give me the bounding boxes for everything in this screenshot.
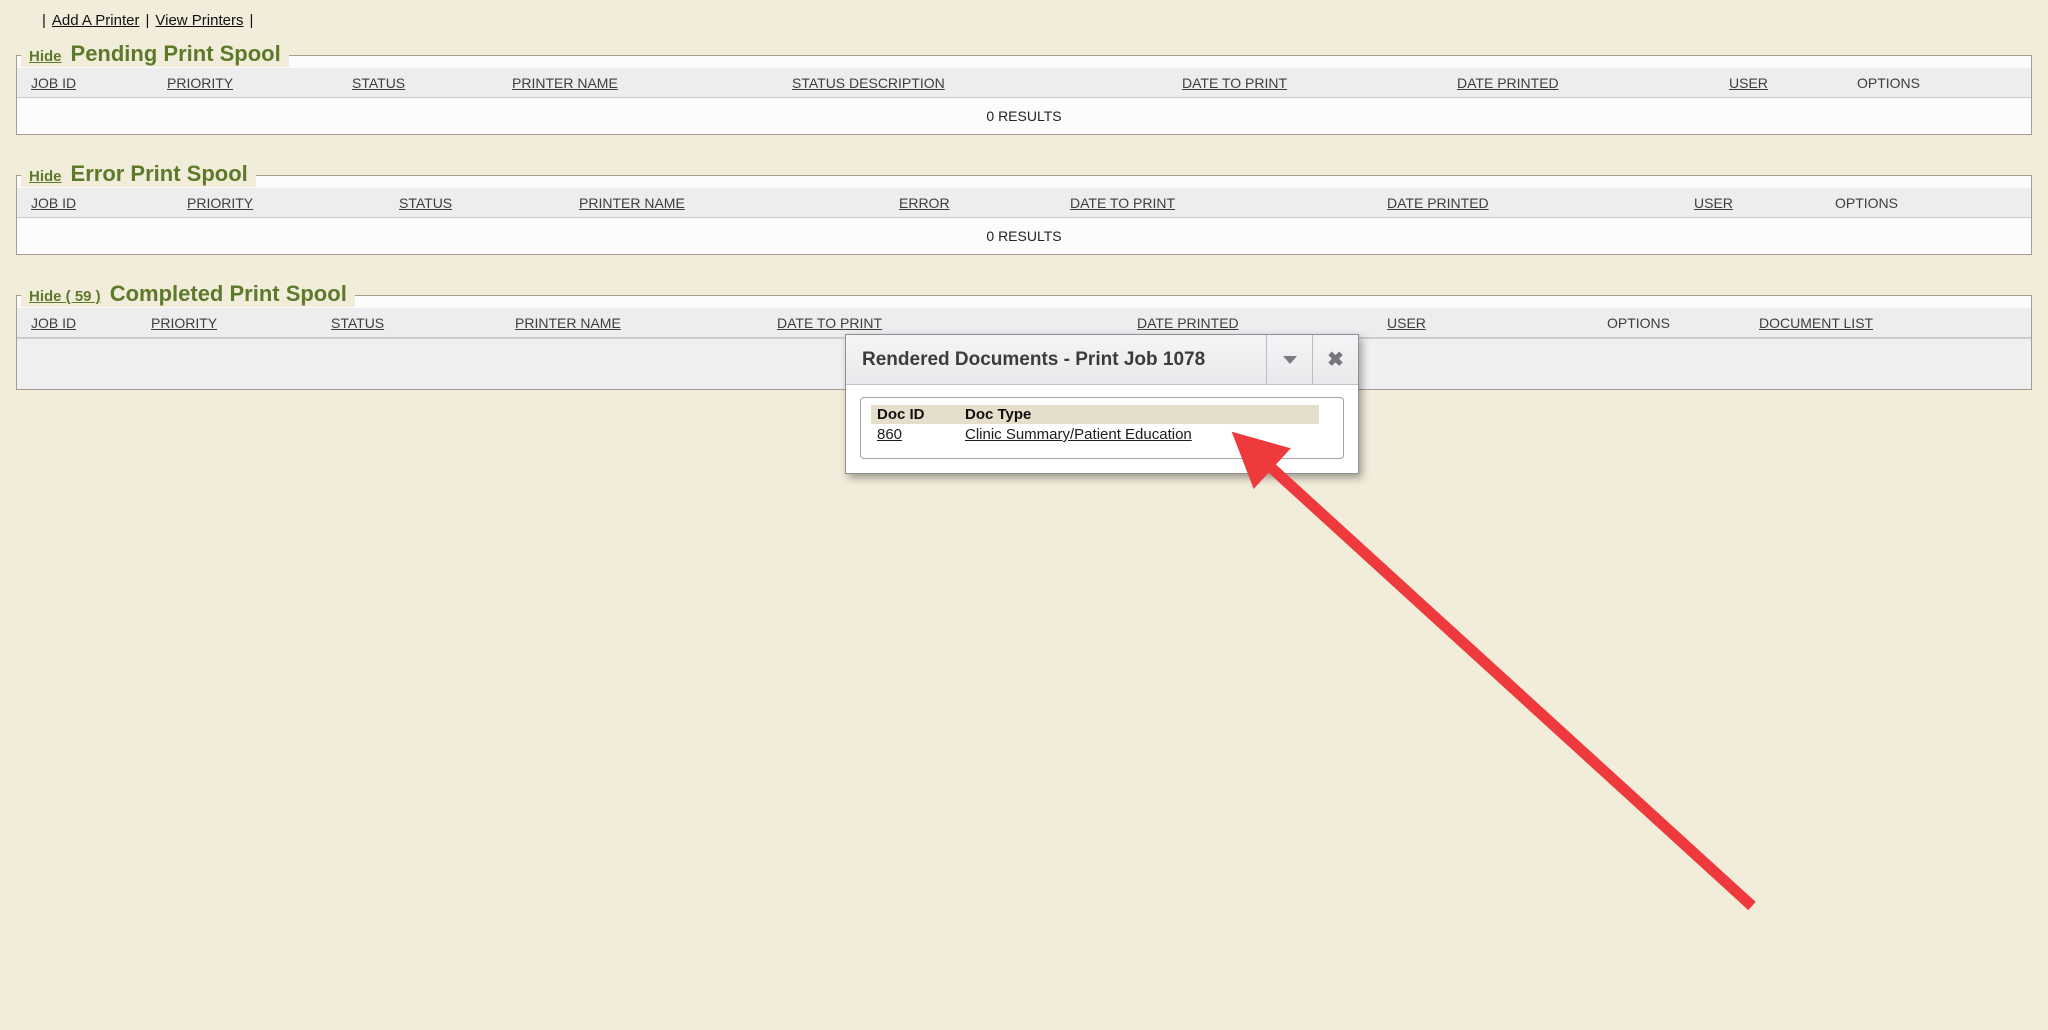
- column-header-date-to-print[interactable]: DATE TO PRINT: [1056, 195, 1373, 211]
- chevron-down-icon: [1283, 356, 1297, 364]
- nav-separator: |: [249, 12, 253, 29]
- column-header-date-printed[interactable]: DATE PRINTED: [1373, 195, 1680, 211]
- error-section-legend: Hide Error Print Spool: [21, 161, 256, 187]
- doc-type-column-header: Doc Type: [965, 406, 1313, 423]
- nav-separator: |: [42, 12, 46, 29]
- nav-separator: |: [145, 12, 149, 29]
- rendered-documents-popup: Rendered Documents - Print Job 1078 ✖ Do…: [845, 334, 1359, 474]
- close-icon: ✖: [1327, 350, 1344, 370]
- column-header-job-id[interactable]: JOB ID: [17, 75, 153, 91]
- doc-type-link[interactable]: Clinic Summary/Patient Education: [965, 426, 1327, 443]
- column-header-date-to-print[interactable]: DATE TO PRINT: [1168, 75, 1443, 91]
- completed-section-title: Completed Print Spool: [110, 281, 347, 307]
- column-header-error[interactable]: ERROR: [885, 195, 1056, 211]
- popup-title-bar: Rendered Documents - Print Job 1078 ✖: [846, 335, 1358, 385]
- error-section-title: Error Print Spool: [71, 161, 248, 187]
- popup-collapse-button[interactable]: [1266, 335, 1312, 384]
- doc-id-link[interactable]: 860: [877, 426, 965, 443]
- popup-body: Doc ID Doc Type 860 Clinic Summary/Patie…: [846, 385, 1358, 473]
- column-header-priority[interactable]: PRIORITY: [173, 195, 385, 211]
- column-header-status[interactable]: STATUS: [385, 195, 565, 211]
- column-header-user[interactable]: USER: [1680, 195, 1821, 211]
- completed-section-legend: Hide ( 59 ) Completed Print Spool: [21, 281, 355, 307]
- doc-id-column-header: Doc ID: [877, 406, 965, 423]
- pending-section-legend: Hide Pending Print Spool: [21, 41, 289, 67]
- pending-hide-link[interactable]: Hide: [29, 48, 62, 65]
- top-nav: | Add A Printer | View Printers |: [0, 0, 2048, 29]
- add-a-printer-link[interactable]: Add A Printer: [52, 12, 140, 29]
- column-header-options: OPTIONS: [1821, 195, 2031, 211]
- pending-table: JOB IDPRIORITYSTATUSPRINTER NAMESTATUS D…: [17, 68, 2031, 134]
- column-header-job-id[interactable]: JOB ID: [17, 195, 173, 211]
- column-header-document-list[interactable]: DOCUMENT LIST: [1745, 315, 2031, 331]
- column-header-status[interactable]: STATUS: [317, 315, 501, 331]
- column-header-job-id[interactable]: JOB ID: [17, 315, 137, 331]
- popup-title: Rendered Documents - Print Job 1078: [846, 335, 1266, 384]
- column-header-printer-name[interactable]: PRINTER NAME: [498, 75, 778, 91]
- doc-table-header-row: Doc ID Doc Type: [871, 405, 1319, 424]
- column-header-printer-name[interactable]: PRINTER NAME: [501, 315, 763, 331]
- column-header-printer-name[interactable]: PRINTER NAME: [565, 195, 885, 211]
- column-header-options: OPTIONS: [1593, 315, 1745, 331]
- column-header-date-printed[interactable]: DATE PRINTED: [1123, 315, 1373, 331]
- pending-table-header-row: JOB IDPRIORITYSTATUSPRINTER NAMESTATUS D…: [17, 68, 2031, 98]
- column-header-date-printed[interactable]: DATE PRINTED: [1443, 75, 1715, 91]
- pending-section-title: Pending Print Spool: [71, 41, 281, 67]
- error-hide-link[interactable]: Hide: [29, 168, 62, 185]
- error-empty-results: 0 RESULTS: [17, 218, 2031, 254]
- column-header-priority[interactable]: PRIORITY: [153, 75, 338, 91]
- column-header-priority[interactable]: PRIORITY: [137, 315, 317, 331]
- error-table: JOB IDPRIORITYSTATUSPRINTER NAMEERRORDAT…: [17, 188, 2031, 254]
- annotation-arrow: [0, 0, 2048, 1030]
- pending-print-spool-section: Hide Pending Print Spool JOB IDPRIORITYS…: [16, 55, 2032, 135]
- error-table-header-row: JOB IDPRIORITYSTATUSPRINTER NAMEERRORDAT…: [17, 188, 2031, 218]
- column-header-user[interactable]: USER: [1715, 75, 1843, 91]
- column-header-user[interactable]: USER: [1373, 315, 1593, 331]
- error-print-spool-section: Hide Error Print Spool JOB IDPRIORITYSTA…: [16, 175, 2032, 255]
- view-printers-link[interactable]: View Printers: [155, 12, 243, 29]
- column-header-options: OPTIONS: [1843, 75, 2031, 91]
- completed-hide-link[interactable]: Hide ( 59 ): [29, 288, 101, 305]
- column-header-status[interactable]: STATUS: [338, 75, 498, 91]
- doc-table-row: 860 Clinic Summary/Patient Education: [871, 424, 1333, 445]
- document-list-box: Doc ID Doc Type 860 Clinic Summary/Patie…: [860, 397, 1344, 459]
- column-header-date-to-print[interactable]: DATE TO PRINT: [763, 315, 1123, 331]
- column-header-status-description[interactable]: STATUS DESCRIPTION: [778, 75, 1168, 91]
- popup-close-button[interactable]: ✖: [1312, 335, 1358, 384]
- pending-empty-results: 0 RESULTS: [17, 98, 2031, 134]
